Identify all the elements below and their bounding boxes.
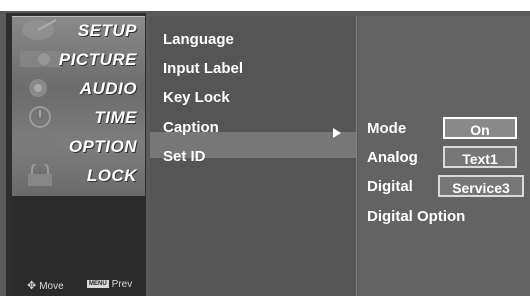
category-picture[interactable]: PICTURE	[59, 50, 137, 70]
category-list: SETUP PICTURE AUDIO TIME OPTION LOCK	[12, 16, 145, 197]
caption-mode-label: Mode	[367, 120, 407, 137]
prev-hint: MENU Prev	[87, 279, 132, 290]
caption-analog-label: Analog	[367, 149, 418, 166]
clock-icon	[29, 106, 51, 128]
lock-icon	[28, 164, 52, 186]
tv-menu-screen: SETUP PICTURE AUDIO TIME OPTION LOCK ✥ Mo…	[0, 0, 530, 296]
menu-key-icon: MENU	[87, 280, 109, 289]
caption-mode-value[interactable]: On	[443, 117, 517, 139]
menu-item-set-id[interactable]: Set ID	[163, 148, 206, 165]
caption-digital-value[interactable]: Service3	[438, 175, 524, 197]
category-time[interactable]: TIME	[94, 108, 137, 128]
menu-item-caption[interactable]: Caption	[163, 119, 219, 136]
option-icon	[18, 135, 52, 157]
column-divider	[356, 16, 357, 296]
category-lock[interactable]: LOCK	[87, 166, 137, 186]
dpad-icon: ✥	[27, 280, 37, 292]
caption-submenu: Mode On Analog Text1 Digital Service3 Di…	[358, 16, 530, 296]
category-option[interactable]: OPTION	[69, 137, 137, 157]
satellite-icon	[22, 19, 57, 40]
caption-digital-label: Digital	[367, 178, 413, 195]
category-audio[interactable]: AUDIO	[80, 79, 137, 99]
move-hint-label: Move	[39, 281, 64, 292]
option-menu: Language Input Label Key Lock Caption Se…	[150, 16, 356, 296]
menu-item-language[interactable]: Language	[163, 31, 234, 48]
top-bar	[0, 0, 530, 11]
menu-item-key-lock[interactable]: Key Lock	[163, 89, 230, 106]
speaker-icon	[29, 79, 47, 97]
move-hint: ✥ Move	[27, 279, 64, 292]
prev-hint-label: Prev	[111, 279, 133, 290]
caption-digital-option[interactable]: Digital Option	[367, 208, 465, 225]
submenu-arrow-icon	[333, 128, 341, 138]
category-setup[interactable]: SETUP	[78, 21, 137, 41]
caption-analog-value[interactable]: Text1	[443, 146, 517, 168]
menu-item-input-label[interactable]: Input Label	[163, 60, 243, 77]
